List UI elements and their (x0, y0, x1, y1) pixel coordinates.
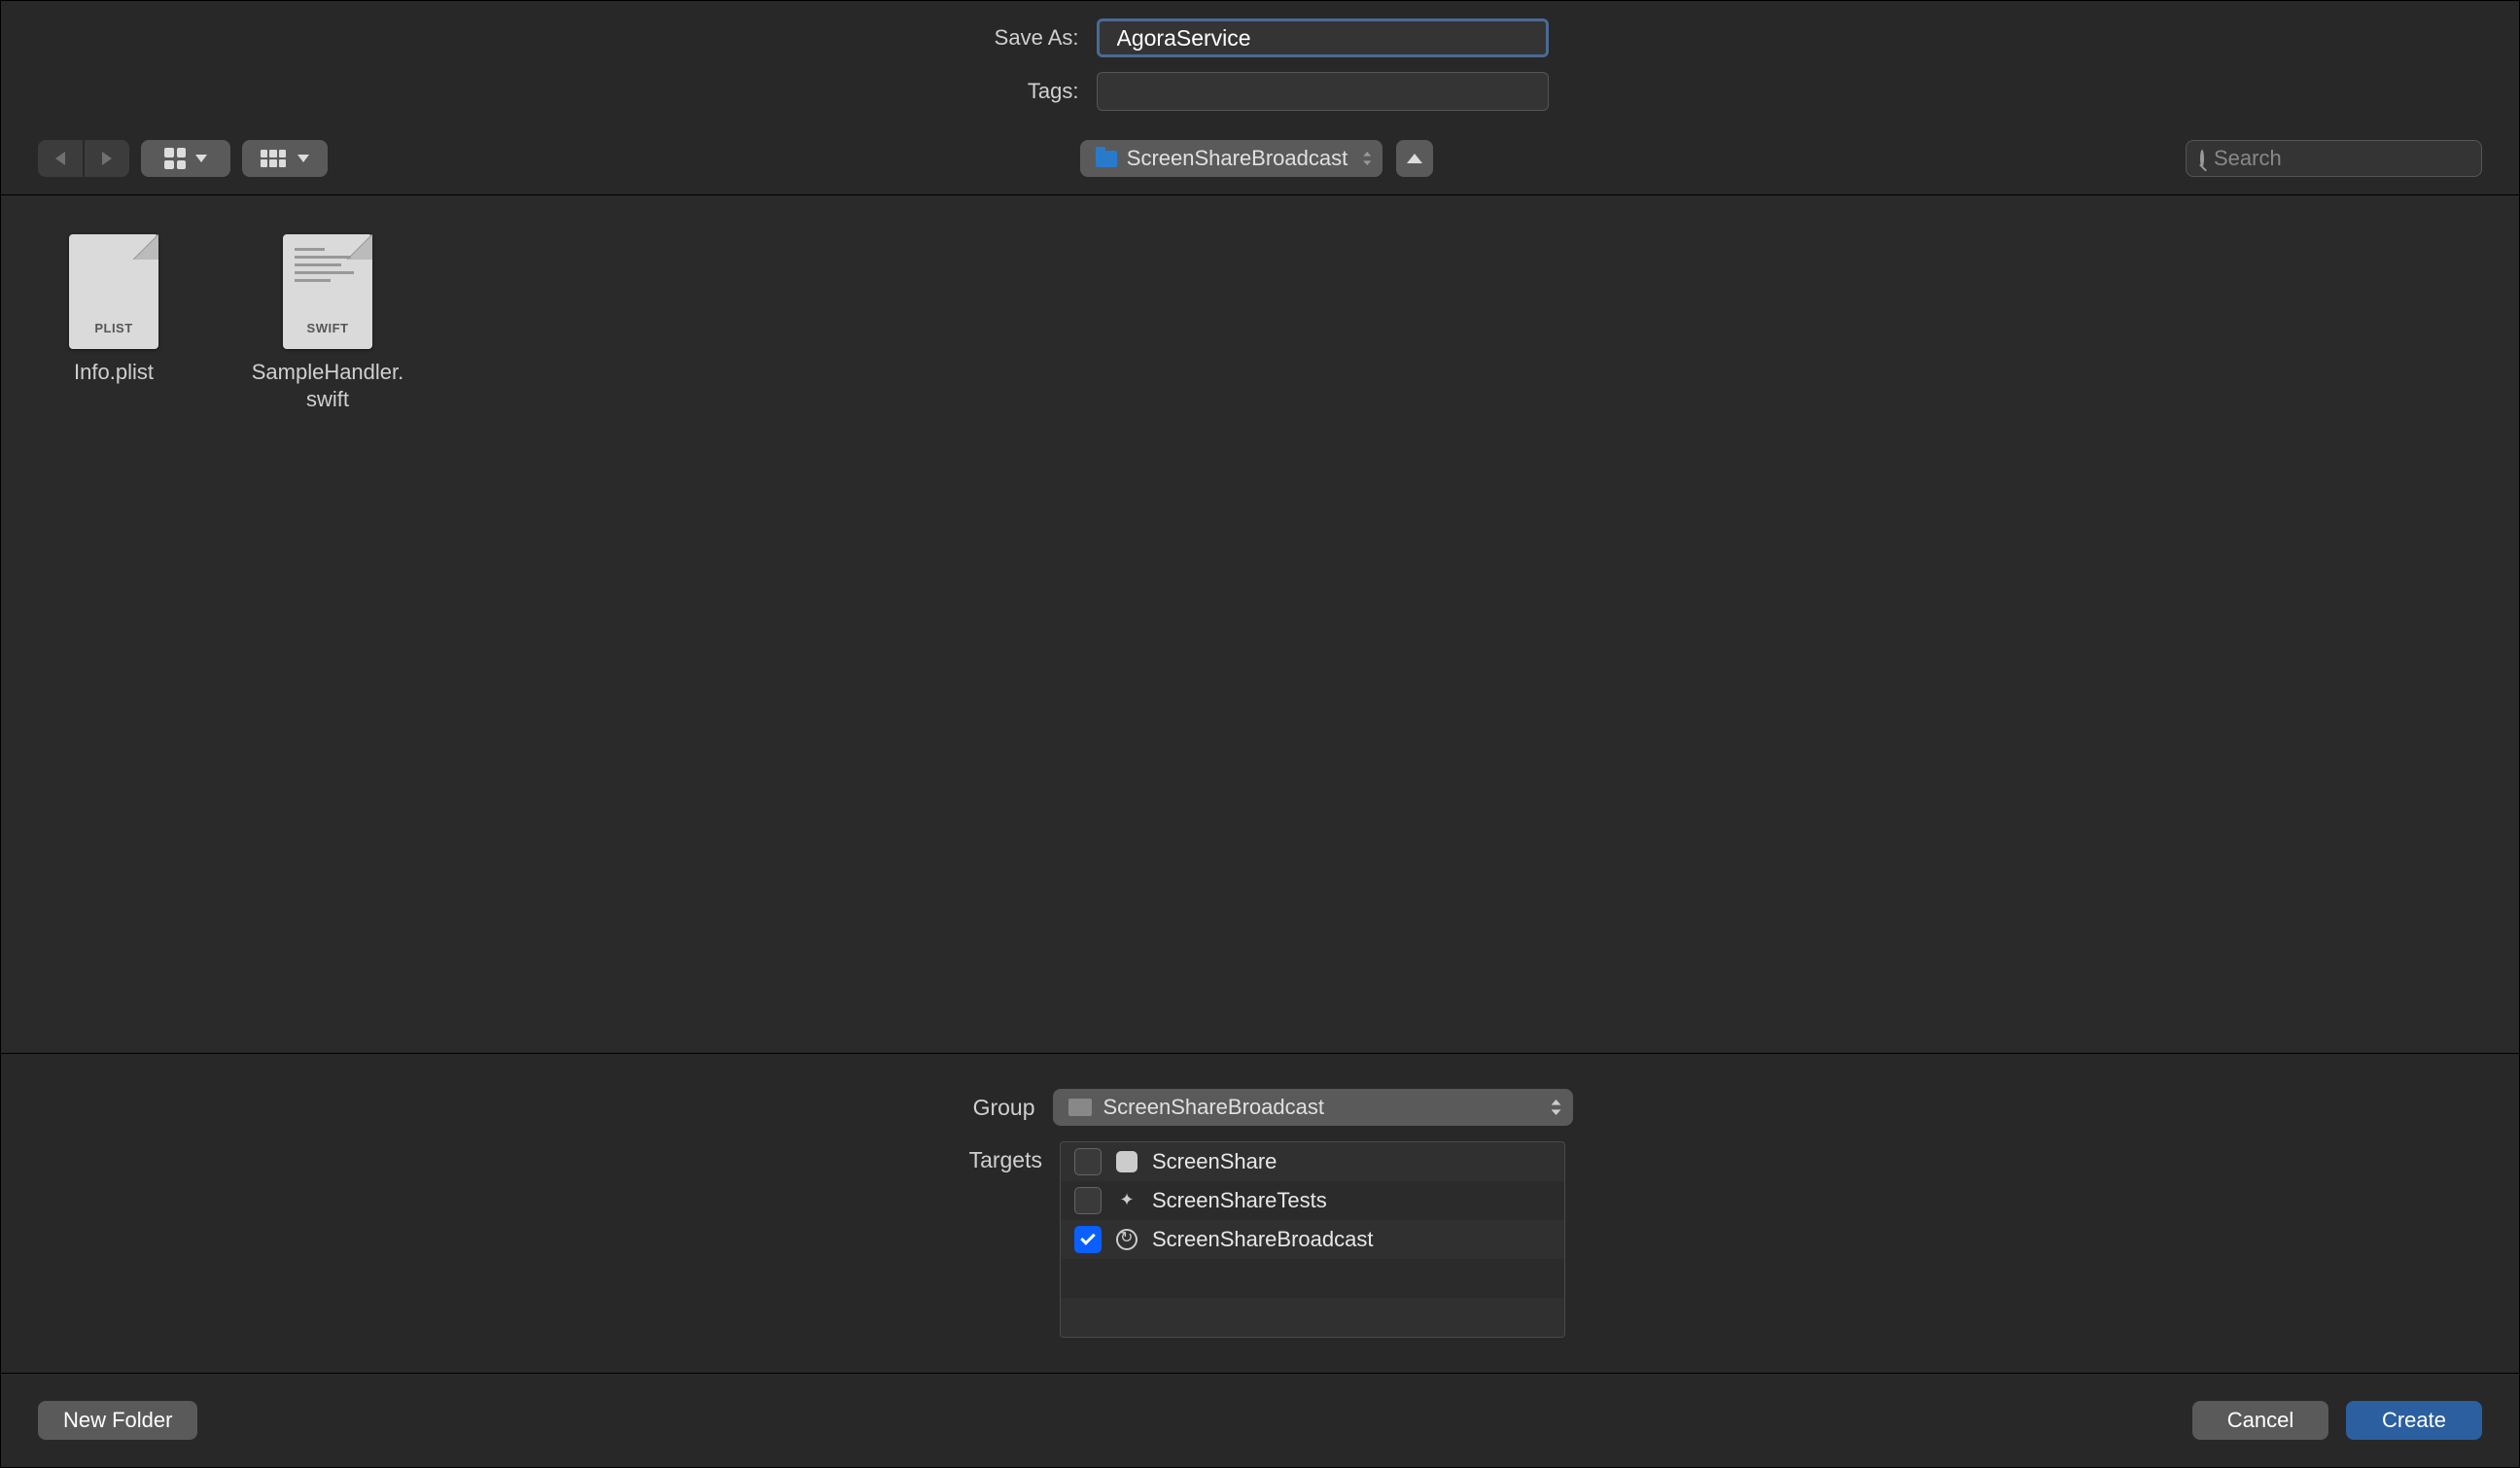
extension-target-icon (1113, 1226, 1140, 1253)
view-mode-button[interactable] (141, 140, 230, 177)
tags-input[interactable] (1097, 72, 1549, 111)
back-button[interactable] (38, 140, 83, 177)
file-icon: SWIFT (283, 234, 372, 349)
file-browser[interactable]: PLIST Info.plist SWIFT SampleHandler.swi… (1, 195, 2519, 1054)
grid-small-icon (261, 150, 286, 167)
save-as-row: Save As: (1, 18, 2519, 57)
target-name: ScreenShareBroadcast (1152, 1227, 1373, 1252)
folder-icon (1096, 151, 1117, 167)
file-item[interactable]: SWIFT SampleHandler.swift (250, 234, 405, 412)
metadata-section: Group ScreenShareBroadcast Targets Scree… (1, 1054, 2519, 1374)
test-target-icon: ✦ (1113, 1187, 1140, 1214)
check-icon (1080, 1230, 1096, 1245)
new-folder-button[interactable]: New Folder (38, 1401, 197, 1440)
targets-list: ScreenShare ✦ ScreenShareTests ScreenSha… (1060, 1141, 1565, 1338)
target-row-empty (1061, 1298, 1564, 1337)
file-name: SampleHandler.swift (250, 359, 405, 412)
search-field[interactable] (2186, 140, 2482, 177)
forward-button[interactable] (85, 140, 129, 177)
create-button[interactable]: Create (2346, 1401, 2482, 1440)
target-row[interactable]: ScreenShare (1061, 1142, 1564, 1181)
location-name: ScreenShareBroadcast (1127, 146, 1348, 171)
file-icon: PLIST (69, 234, 158, 349)
chevron-left-icon (55, 152, 65, 165)
save-as-label: Save As: (972, 25, 1079, 51)
save-as-input[interactable] (1097, 18, 1549, 57)
grid-icon (164, 148, 186, 169)
target-checkbox[interactable] (1074, 1187, 1102, 1214)
document-lines-icon (295, 248, 361, 282)
collapse-button[interactable] (1396, 140, 1433, 177)
tags-label: Tags: (972, 79, 1079, 104)
search-icon (2200, 150, 2204, 167)
nav-buttons (38, 140, 129, 177)
target-checkbox[interactable] (1074, 1226, 1102, 1253)
file-badge: PLIST (94, 321, 132, 335)
chevron-up-icon (1407, 154, 1422, 163)
toolbar: ScreenShareBroadcast (1, 130, 2519, 195)
group-dropdown[interactable]: ScreenShareBroadcast (1053, 1089, 1573, 1126)
chevron-right-icon (102, 152, 112, 165)
tags-row: Tags: (1, 72, 2519, 111)
group-row: Group ScreenShareBroadcast (948, 1089, 1573, 1126)
folder-grey-icon (1068, 1099, 1092, 1116)
target-row-empty (1061, 1259, 1564, 1298)
target-checkbox[interactable] (1074, 1148, 1102, 1175)
save-dialog: Save As: Tags: Scre (0, 0, 2520, 1468)
file-name: Info.plist (74, 359, 154, 386)
target-row[interactable]: ✦ ScreenShareTests (1061, 1181, 1564, 1220)
file-badge: SWIFT (307, 321, 349, 335)
targets-row: Targets ScreenShare ✦ ScreenShareTests S… (955, 1141, 1565, 1338)
target-row[interactable]: ScreenShareBroadcast (1061, 1220, 1564, 1259)
target-name: ScreenShareTests (1152, 1188, 1327, 1213)
location-dropdown[interactable]: ScreenShareBroadcast (1080, 140, 1382, 177)
footer: New Folder Cancel Create (1, 1374, 2519, 1467)
item-grouping-button[interactable] (242, 140, 328, 177)
chevron-down-icon (195, 155, 207, 162)
group-value: ScreenShareBroadcast (1103, 1095, 1324, 1120)
chevron-down-icon (298, 155, 309, 162)
group-label: Group (948, 1089, 1035, 1121)
cancel-button[interactable]: Cancel (2192, 1401, 2328, 1440)
app-target-icon (1113, 1148, 1140, 1175)
targets-label: Targets (955, 1141, 1042, 1173)
target-name: ScreenShare (1152, 1149, 1277, 1174)
search-input[interactable] (2214, 146, 2494, 171)
file-item[interactable]: PLIST Info.plist (36, 234, 192, 386)
save-section: Save As: Tags: (1, 1, 2519, 130)
